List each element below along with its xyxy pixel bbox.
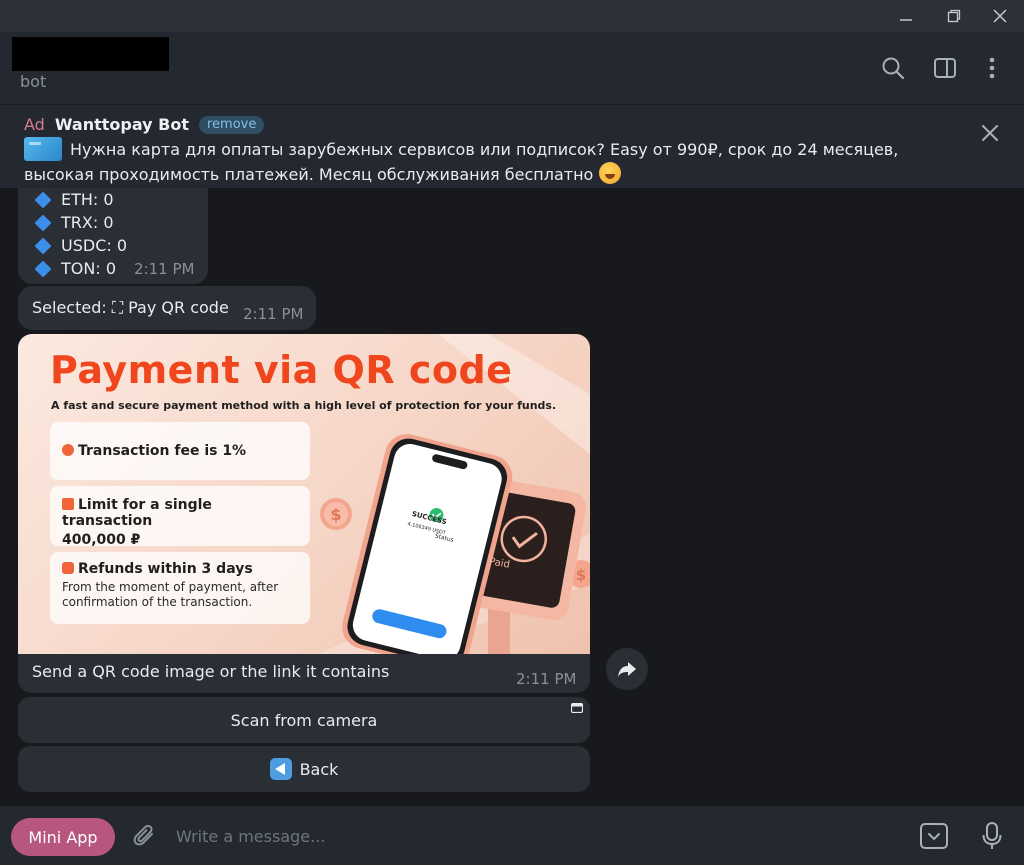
fee-icon xyxy=(62,444,74,456)
media-caption: Send a QR code image or the link it cont… xyxy=(32,662,390,681)
message-input[interactable] xyxy=(176,822,876,850)
minimize-button[interactable] xyxy=(884,0,928,32)
forward-button[interactable] xyxy=(606,648,648,690)
bank-card-icon xyxy=(24,137,62,161)
ad-bot-name[interactable]: Wanttopay Bot xyxy=(55,115,189,134)
promo-image[interactable]: $ $ Payment via QR code A fast and secur… xyxy=(18,334,590,654)
ad-header: Ad Wanttopay Bot remove xyxy=(24,115,265,134)
more-menu-button[interactable] xyxy=(976,52,1008,84)
search-icon xyxy=(882,57,905,80)
blue-diamond-icon xyxy=(34,260,52,277)
scan-from-camera-button[interactable]: Scan from camera xyxy=(18,697,590,743)
close-icon xyxy=(982,125,998,141)
blue-diamond-icon xyxy=(34,191,52,208)
ad-text: Нужна карта для оплаты зарубежных сервис… xyxy=(24,140,899,184)
back-button[interactable]: Back xyxy=(18,746,590,792)
search-button[interactable] xyxy=(877,52,909,84)
balance-row: USDC: 0 xyxy=(34,236,127,255)
window-titlebar xyxy=(0,0,1024,32)
more-vertical-icon xyxy=(989,57,995,79)
message-time: 2:11 PM xyxy=(243,305,304,323)
refund-card: Refunds within 3 days From the moment of… xyxy=(50,552,310,624)
web-app-icon xyxy=(571,703,583,713)
svg-text:$: $ xyxy=(576,566,586,584)
svg-text:$: $ xyxy=(330,505,341,524)
balance-message: ETH: 0 TRX: 0 USDC: 0 TON: 0 2:11 PM xyxy=(18,188,208,284)
restore-icon xyxy=(947,9,961,23)
attach-button[interactable] xyxy=(129,820,161,852)
bot-keyboard-button[interactable] xyxy=(918,820,950,852)
ad-close-button[interactable] xyxy=(978,121,1002,145)
qr-payment-message: $ $ Payment via QR code A fast and secur… xyxy=(18,334,590,693)
chat-name-redacted[interactable] xyxy=(12,37,169,71)
limit-card: Limit for a single transaction 400,000 ₽ xyxy=(50,486,310,548)
limit-title: Limit for a single transaction xyxy=(62,497,212,529)
balance-row: ETH: 0 xyxy=(34,190,114,209)
promo-title: Payment via QR code xyxy=(50,348,513,392)
refund-title: Refunds within 3 days xyxy=(62,561,298,577)
mini-app-button[interactable]: Mini App xyxy=(11,818,115,856)
fee-card: Transaction fee is 1% xyxy=(50,422,310,480)
clock-icon xyxy=(62,562,74,574)
paperclip-icon xyxy=(133,825,153,846)
blue-diamond-icon xyxy=(34,237,52,254)
ad-remove-button[interactable]: remove xyxy=(198,115,265,134)
minimize-icon xyxy=(900,19,912,21)
limit-value: 400,000 ₽ xyxy=(62,532,141,548)
microphone-icon xyxy=(982,822,1002,849)
coin-icon: $ xyxy=(320,498,352,530)
refund-text: From the moment of payment, after confir… xyxy=(62,580,279,609)
chat-history[interactable]: ETH: 0 TRX: 0 USDC: 0 TON: 0 2:11 PM Sel… xyxy=(0,188,1024,806)
keyboard-toggle-icon xyxy=(920,823,948,849)
limit-icon xyxy=(62,498,74,510)
forward-arrow-icon xyxy=(618,662,636,677)
sidebar-icon xyxy=(934,58,956,78)
promo-subtitle: A fast and secure payment method with a … xyxy=(51,399,557,412)
sponsored-message[interactable]: Ad Wanttopay Bot remove Нужна карта для … xyxy=(0,104,1024,188)
sidebar-toggle-button[interactable] xyxy=(929,52,961,84)
selected-text: Selected: ⛶ Pay QR code xyxy=(32,298,229,317)
chat-status: bot xyxy=(20,72,47,91)
message-composer: Mini App xyxy=(0,806,1024,865)
chat-header: bot xyxy=(0,32,1024,104)
selected-message: Selected: ⛶ Pay QR code 2:11 PM xyxy=(18,286,316,330)
close-icon xyxy=(993,9,1007,23)
message-time: 2:11 PM xyxy=(134,260,195,278)
close-window-button[interactable] xyxy=(978,0,1022,32)
balance-row: TRX: 0 xyxy=(34,213,114,232)
voice-record-button[interactable] xyxy=(976,820,1008,852)
message-time: 2:11 PM xyxy=(516,670,577,688)
ad-tag: Ad xyxy=(24,115,45,134)
balance-row: TON: 0 xyxy=(34,259,116,278)
maximize-button[interactable] xyxy=(932,0,976,32)
crazy-face-emoji-icon xyxy=(599,162,622,184)
blue-diamond-icon xyxy=(34,214,52,231)
back-arrow-icon xyxy=(269,758,292,780)
ad-body: Нужна карта для оплаты зарубежных сервис… xyxy=(24,137,964,187)
